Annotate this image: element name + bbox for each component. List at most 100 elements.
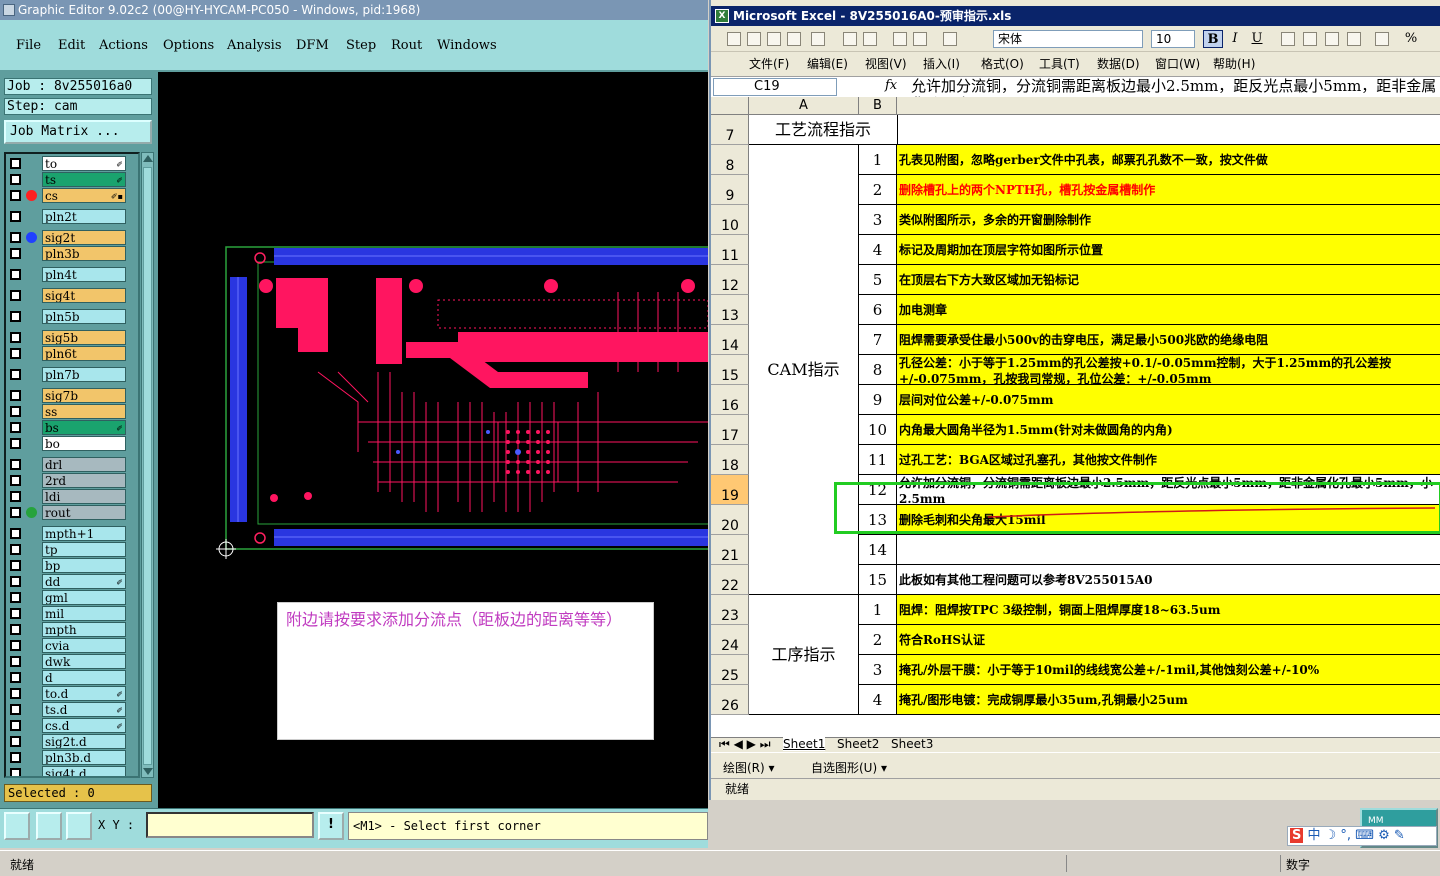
layer-row[interactable]: tp bbox=[6, 542, 138, 557]
instruction-cell[interactable]: 掩孔/外层干膜：小于等于10mil的线线宽公差+/-1mil,其他蚀刻公差+/-… bbox=[897, 655, 1440, 685]
item-number-cell[interactable]: 4 bbox=[859, 685, 897, 715]
layer-row[interactable]: sig5b bbox=[6, 330, 138, 345]
layer-row[interactable]: cvia bbox=[6, 638, 138, 653]
layer-name[interactable]: mpth bbox=[42, 622, 126, 637]
menu-step[interactable]: Step bbox=[346, 38, 376, 53]
layer-name[interactable]: ldi bbox=[42, 489, 126, 504]
layer-row[interactable]: pln6t bbox=[6, 346, 138, 361]
layer-row[interactable]: pln7b bbox=[6, 367, 138, 382]
layer-name[interactable]: pln6t bbox=[42, 346, 126, 361]
item-number-cell[interactable]: 14 bbox=[859, 535, 897, 565]
header-blank-cell[interactable] bbox=[897, 115, 1440, 145]
layer-checkbox[interactable] bbox=[10, 592, 21, 603]
layer-list-scrollbar[interactable] bbox=[141, 152, 154, 778]
menu-analysis[interactable]: Analysis bbox=[227, 38, 282, 53]
scroll-down-arrow-icon[interactable] bbox=[143, 768, 153, 775]
row-header[interactable]: 10 bbox=[711, 205, 749, 235]
row-header[interactable]: 13 bbox=[711, 295, 749, 325]
menu-edit[interactable]: Edit bbox=[58, 38, 85, 53]
layer-checkbox[interactable] bbox=[10, 475, 21, 486]
currency-icon[interactable] bbox=[1375, 32, 1389, 46]
row-header[interactable]: 7 bbox=[711, 115, 749, 145]
layer-name[interactable]: sig5b bbox=[42, 330, 126, 345]
layer-checkbox[interactable] bbox=[10, 248, 21, 259]
italic-button[interactable]: I bbox=[1225, 30, 1245, 48]
fx-icon[interactable]: fx bbox=[885, 78, 897, 93]
layer-row[interactable]: ldi bbox=[6, 489, 138, 504]
instruction-cell[interactable] bbox=[897, 535, 1440, 565]
layer-row[interactable]: sig7b bbox=[6, 388, 138, 403]
layer-checkbox[interactable] bbox=[10, 211, 21, 222]
row-header[interactable]: 23 bbox=[711, 595, 749, 625]
cut-icon[interactable] bbox=[943, 32, 957, 46]
layer-affected-dot-icon[interactable] bbox=[26, 507, 37, 518]
layer-row[interactable]: sig2t.d bbox=[6, 734, 138, 749]
layer-row[interactable]: pln3b.d bbox=[6, 750, 138, 765]
layer-checkbox[interactable] bbox=[10, 459, 21, 470]
layer-row[interactable]: mpth bbox=[6, 622, 138, 637]
instruction-cell[interactable]: 标记及周期加在顶层字符如图所示位置 bbox=[897, 235, 1440, 265]
instruction-cell[interactable]: 加电测章 bbox=[897, 295, 1440, 325]
layer-row[interactable]: sig2t bbox=[6, 230, 138, 245]
row-header[interactable]: 22 bbox=[711, 565, 749, 595]
scroll-thumb[interactable] bbox=[143, 167, 152, 765]
new-file-icon[interactable] bbox=[727, 32, 741, 46]
menu-options[interactable]: Options bbox=[163, 38, 214, 53]
scroll-up-arrow-icon[interactable] bbox=[143, 155, 153, 162]
instruction-cell[interactable]: 孔径公差：小于等于1.25mm的孔公差按+0.1/-0.05mm控制，大于1.2… bbox=[897, 355, 1440, 385]
layer-row[interactable]: to ✐ bbox=[6, 156, 138, 171]
row-header[interactable]: 14 bbox=[711, 325, 749, 355]
layer-name[interactable]: sig4t bbox=[42, 288, 126, 303]
item-number-cell[interactable]: 3 bbox=[859, 205, 897, 235]
instruction-cell[interactable]: 删除槽孔上的两个NPTH孔，槽孔按金属槽制作 bbox=[897, 175, 1440, 205]
email-icon[interactable] bbox=[811, 32, 825, 46]
print-preview-icon[interactable] bbox=[863, 32, 877, 46]
row-header[interactable]: 20 bbox=[711, 505, 749, 535]
item-number-cell[interactable]: 6 bbox=[859, 295, 897, 325]
layer-checkbox[interactable] bbox=[10, 158, 21, 169]
layer-row[interactable]: to.d ✐ bbox=[6, 686, 138, 701]
layer-name[interactable]: d bbox=[42, 670, 126, 685]
excel-menu-window[interactable]: 窗口(W) bbox=[1155, 55, 1200, 72]
row-header[interactable]: 26 bbox=[711, 685, 749, 715]
xy-coordinate-input[interactable] bbox=[146, 812, 314, 838]
item-number-cell[interactable]: 5 bbox=[859, 265, 897, 295]
layer-name[interactable]: pln4t bbox=[42, 267, 126, 282]
menu-actions[interactable]: Actions bbox=[99, 38, 148, 53]
font-size-select[interactable]: 10 bbox=[1151, 30, 1195, 48]
layer-row[interactable]: mpth+1 bbox=[6, 526, 138, 541]
item-number-cell[interactable]: 2 bbox=[859, 175, 897, 205]
layer-name[interactable]: dd ✐ bbox=[42, 574, 126, 589]
tab-sheet3[interactable]: Sheet3 bbox=[891, 737, 933, 751]
row-header[interactable]: 21 bbox=[711, 535, 749, 565]
permission-icon[interactable] bbox=[787, 32, 801, 46]
grid-tool-icon[interactable] bbox=[66, 812, 92, 840]
layer-checkbox[interactable] bbox=[10, 269, 21, 280]
layer-name[interactable]: cs ✐▪ bbox=[42, 188, 126, 203]
layer-checkbox[interactable] bbox=[10, 438, 21, 449]
layer-row[interactable]: pln4t bbox=[6, 267, 138, 282]
layer-checkbox[interactable] bbox=[10, 232, 21, 243]
layer-checkbox[interactable] bbox=[10, 608, 21, 619]
instruction-cell[interactable]: 内角最大圆角半径为1.5mm(针对未做圆角的内角) bbox=[897, 415, 1440, 445]
align-right-icon[interactable] bbox=[1325, 32, 1339, 46]
excel-menu-file[interactable]: 文件(F) bbox=[749, 55, 789, 72]
merge-center-icon[interactable] bbox=[1347, 32, 1361, 46]
row-header[interactable]: 9 bbox=[711, 175, 749, 205]
tab-sheet1[interactable]: Sheet1 bbox=[783, 737, 826, 751]
layer-name[interactable]: ts ✐ bbox=[42, 172, 126, 187]
layer-checkbox[interactable] bbox=[10, 704, 21, 715]
row-header[interactable]: 16 bbox=[711, 385, 749, 415]
layer-row[interactable]: bo bbox=[6, 436, 138, 451]
ime-status[interactable]: 中 ☽ °, ⌨ ⚙ ✎ bbox=[1308, 828, 1405, 843]
zoom-fit-icon[interactable] bbox=[4, 812, 30, 840]
layer-row[interactable]: dd ✐ bbox=[6, 574, 138, 589]
layer-affected-dot-icon[interactable] bbox=[26, 190, 37, 201]
layer-checkbox[interactable] bbox=[10, 190, 21, 201]
layer-name[interactable]: gml bbox=[42, 590, 126, 605]
tab-nav-arrows-icon[interactable]: ⏮ ◀ ▶ ⏭ bbox=[719, 737, 771, 752]
instruction-cell[interactable]: 掩孔/图形电镀：完成铜厚最小35um,孔铜最小25um bbox=[897, 685, 1440, 715]
layer-name[interactable]: sig7b bbox=[42, 388, 126, 403]
excel-menu-tools[interactable]: 工具(T) bbox=[1039, 55, 1080, 72]
instruction-cell[interactable]: 过孔工艺：BGA区域过孔塞孔，其他按文件制作 bbox=[897, 445, 1440, 475]
